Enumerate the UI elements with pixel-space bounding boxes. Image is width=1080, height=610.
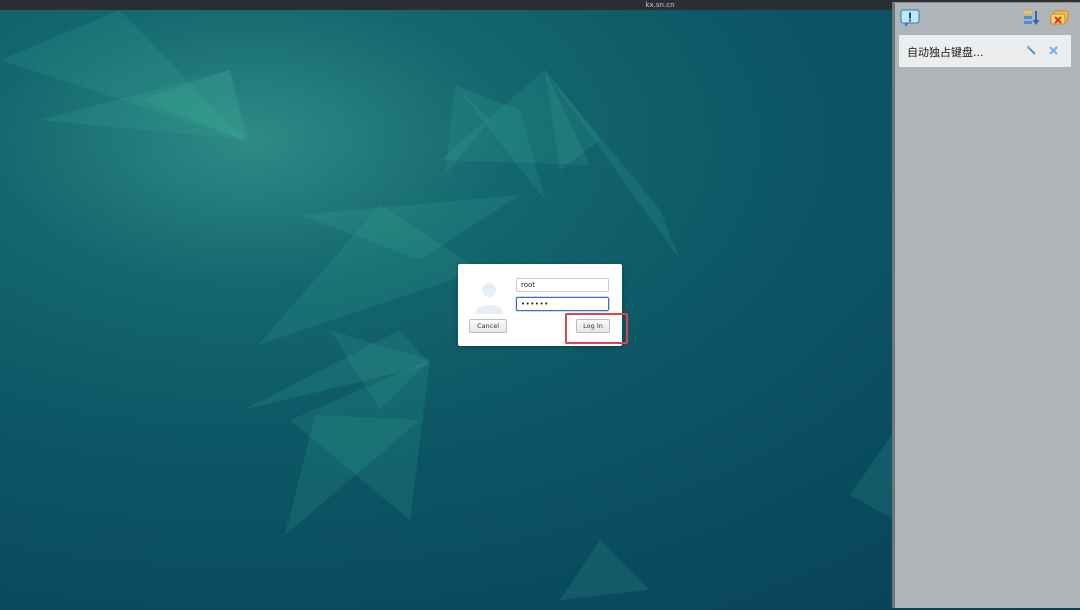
cancel-button[interactable]: Cancel (469, 319, 507, 333)
user-avatar-icon (475, 283, 503, 314)
pin-icon[interactable] (1026, 45, 1037, 56)
notification-label: 自动独占键盘... (907, 46, 984, 59)
clear-all-icon[interactable] (1050, 9, 1070, 27)
notification-item[interactable]: 自动独占键盘... (899, 35, 1071, 67)
highlight-box (565, 313, 628, 344)
side-panel (892, 2, 1080, 608)
close-icon[interactable] (1048, 45, 1059, 56)
password-field[interactable]: •••••• (516, 297, 609, 311)
sort-icon[interactable] (1022, 9, 1042, 27)
username-field[interactable]: root (516, 278, 609, 292)
notification-icon[interactable] (900, 9, 920, 27)
